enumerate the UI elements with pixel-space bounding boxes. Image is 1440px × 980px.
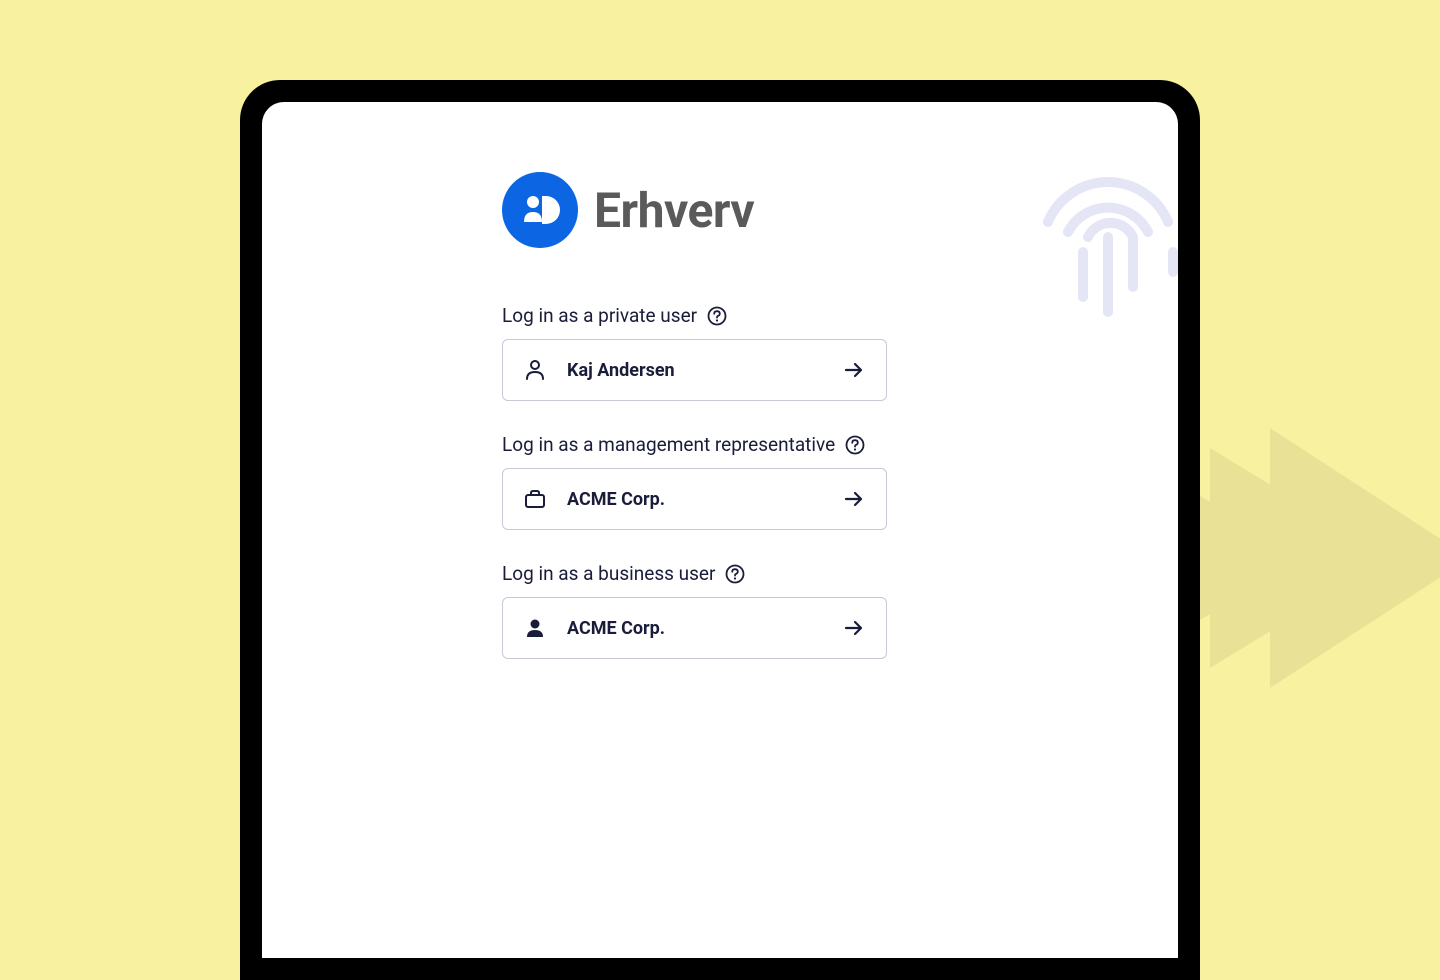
fingerprint-icon bbox=[1018, 142, 1178, 322]
person-outline-icon bbox=[523, 358, 547, 382]
management-rep-option[interactable]: ACME Corp. bbox=[502, 468, 887, 530]
app-screen: Erhverv Log in as a private user bbox=[262, 102, 1178, 958]
management-rep-section: Log in as a management representative bbox=[502, 433, 938, 530]
private-user-option[interactable]: Kaj Andersen bbox=[502, 339, 887, 401]
help-icon[interactable] bbox=[707, 306, 727, 326]
private-user-label: Log in as a private user bbox=[502, 304, 697, 327]
brand-header: Erhverv bbox=[502, 172, 938, 248]
brand-logo-icon bbox=[502, 172, 578, 248]
arrow-right-icon bbox=[842, 487, 866, 511]
help-icon[interactable] bbox=[845, 435, 865, 455]
management-rep-label: Log in as a management representative bbox=[502, 433, 835, 456]
briefcase-icon bbox=[523, 487, 547, 511]
management-rep-name: ACME Corp. bbox=[567, 489, 822, 510]
brand-title: Erhverv bbox=[594, 182, 754, 239]
private-user-section: Log in as a private user bbox=[502, 304, 938, 401]
arrow-right-icon bbox=[842, 616, 866, 640]
person-filled-icon bbox=[523, 616, 547, 640]
help-icon[interactable] bbox=[725, 564, 745, 584]
business-user-section: Log in as a business user bbox=[502, 562, 938, 659]
business-user-name: ACME Corp. bbox=[567, 618, 822, 639]
business-user-label: Log in as a business user bbox=[502, 562, 715, 585]
business-user-option[interactable]: ACME Corp. bbox=[502, 597, 887, 659]
arrow-right-icon bbox=[842, 358, 866, 382]
private-user-name: Kaj Andersen bbox=[567, 360, 822, 381]
device-frame: Erhverv Log in as a private user bbox=[240, 80, 1200, 980]
